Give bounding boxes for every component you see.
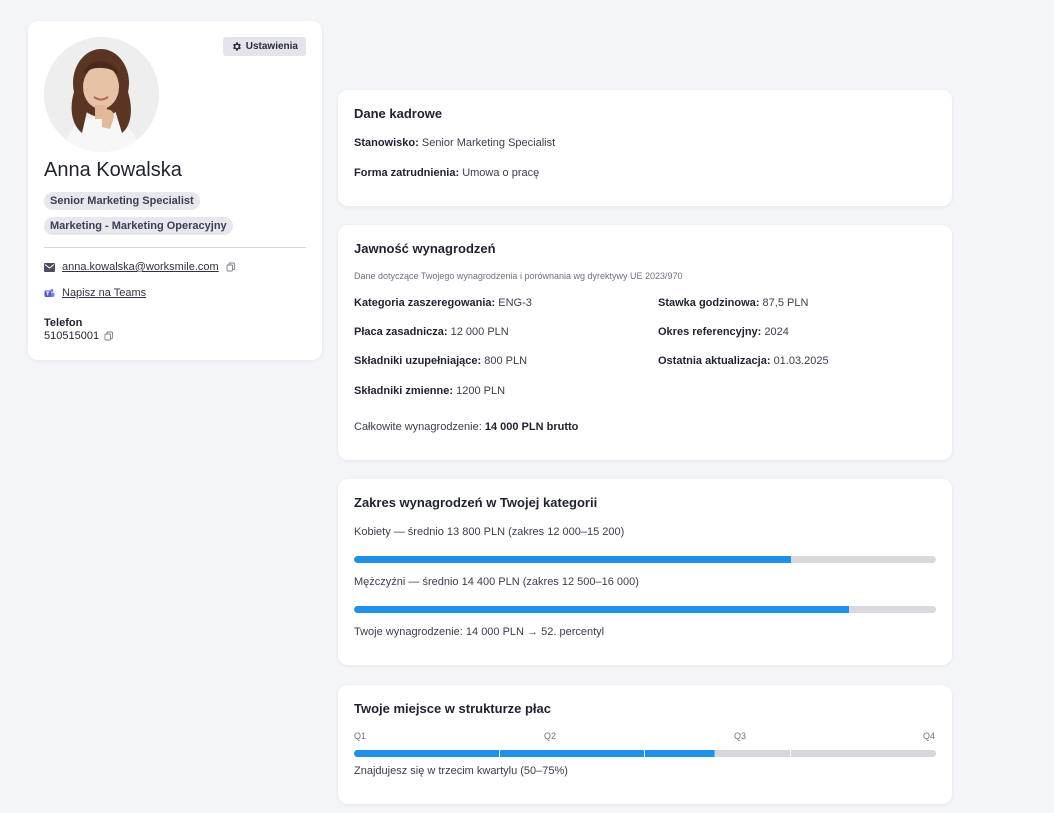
pay-range-title: Zakres wynagrodzeń w Twojej kategorii — [354, 495, 598, 510]
pay-range-card: Zakres wynagrodzeń w Twojej kategorii Ko… — [338, 479, 952, 665]
pay-structure-card: Twoje miejsce w strukturze płac Q1 Q2 Q3… — [338, 685, 952, 804]
period-field: Okres referencyjny: 2024 — [658, 326, 789, 338]
pay-structure-title: Twoje miejsce w strukturze płac — [354, 701, 551, 716]
copy-phone-icon[interactable] — [104, 331, 114, 341]
gear-icon — [232, 42, 241, 51]
avatar — [44, 37, 159, 152]
phone-value: 510515001 — [44, 330, 100, 342]
category-value: ENG-3 — [498, 297, 532, 309]
men-range-bar — [354, 606, 936, 613]
base-pay-key: Płaca zasadnicza: — [354, 326, 448, 338]
period-key: Okres referencyjny: — [658, 326, 762, 338]
phone-label: Telefon — [44, 317, 83, 329]
base-pay-value: 12 000 PLN — [450, 326, 509, 338]
quartile-segment-4 — [790, 750, 936, 757]
teams-icon — [44, 288, 55, 297]
mail-icon — [44, 262, 55, 272]
quartile-label-q4: Q4 — [923, 731, 936, 741]
period-value: 2024 — [764, 326, 789, 338]
email-row: anna.kowalska@worksmile.com — [44, 261, 236, 273]
variable-field: Składniki zmienne: 1200 PLN — [354, 385, 505, 397]
settings-label: Ustawienia — [245, 41, 298, 52]
men-range-label: Mężczyźni — średnio 14 400 PLN (zakres 1… — [354, 576, 639, 588]
profile-name: Anna Kowalska — [44, 159, 182, 181]
total-pay-field: Całkowite wynagrodzenie: 14 000 PLN brut… — [354, 421, 578, 433]
position-field: Stanowisko: Senior Marketing Specialist — [354, 137, 555, 149]
phone-row: 510515001 — [44, 330, 114, 342]
supplementary-value: 800 PLN — [484, 355, 528, 367]
avatar-photo — [44, 37, 159, 152]
hr-data-card: Dane kadrowe Stanowisko: Senior Marketin… — [338, 90, 952, 206]
position-chip: Senior Marketing Specialist — [44, 192, 200, 210]
quartile-label-q2: Q2 — [544, 731, 557, 741]
quartile-segment-2 — [499, 750, 645, 757]
supplementary-field: Składniki uzupełniające: 800 PLN — [354, 355, 527, 367]
updated-field: Ostatnia aktualizacja: 01.03.2025 — [658, 355, 829, 367]
position-key: Stanowisko: — [354, 137, 419, 149]
men-range-fill — [354, 606, 849, 613]
quartile-segment-3 — [645, 750, 791, 757]
women-range-label: Kobiety — średnio 13 800 PLN (zakres 12 … — [354, 526, 625, 538]
base-pay-field: Płaca zasadnicza: 12 000 PLN — [354, 326, 509, 338]
your-pay-label: Twoje wynagrodzenie: 14 000 PLN → 52. pe… — [354, 626, 605, 638]
updated-key: Ostatnia aktualizacja: — [658, 355, 771, 367]
supplementary-key: Składniki uzupełniające: — [354, 355, 482, 367]
copy-email-icon[interactable] — [226, 262, 236, 272]
hr-data-title: Dane kadrowe — [354, 106, 443, 121]
teams-link[interactable]: Napisz na Teams — [62, 287, 146, 299]
variable-key: Składniki zmienne: — [354, 385, 454, 397]
teams-row: Napisz na Teams — [44, 287, 146, 299]
total-pay-key: Całkowite wynagrodzenie: — [354, 421, 482, 433]
directive-note: Dane dotyczące Twojego wynagrodzenia i p… — [354, 271, 683, 281]
total-pay-value: 14 000 PLN brutto — [484, 421, 579, 433]
variable-value: 1200 PLN — [456, 385, 506, 397]
employment-value: Umowa o pracę — [462, 167, 540, 179]
profile-divider — [44, 247, 306, 248]
women-range-bar — [354, 556, 936, 563]
quartile-caption: Znajdujesz się w trzecim kwartylu (50–75… — [354, 765, 568, 777]
category-key: Kategoria zaszeregowania: — [354, 297, 496, 309]
position-value: Senior Marketing Specialist — [421, 137, 556, 149]
updated-value: 01.03.2025 — [773, 355, 829, 367]
department-chip: Marketing - Marketing Operacyjny — [44, 217, 233, 235]
employment-field: Forma zatrudnienia: Umowa o pracę — [354, 167, 539, 179]
hourly-key: Stawka godzinowa: — [658, 297, 760, 309]
hourly-field: Stawka godzinowa: 87,5 PLN — [658, 297, 808, 309]
pay-transparency-card: Jawność wynagrodzeń Dane dotyczące Twoje… — [338, 225, 952, 460]
profile-card: Ustawienia Anna Kowalska Senior Marketin… — [28, 21, 322, 360]
quartile-segment-1 — [354, 750, 500, 757]
settings-button[interactable]: Ustawienia — [222, 37, 306, 56]
quartile-label-q1: Q1 — [354, 731, 367, 741]
quartile-label-q3: Q3 — [734, 731, 747, 741]
pay-transparency-title: Jawność wynagrodzeń — [354, 241, 496, 256]
employment-key: Forma zatrudnienia: — [354, 167, 460, 179]
quartile-bar — [354, 750, 936, 757]
women-range-fill — [354, 556, 791, 563]
category-field: Kategoria zaszeregowania: ENG-3 — [354, 297, 532, 309]
hourly-value: 87,5 PLN — [762, 297, 809, 309]
email-link[interactable]: anna.kowalska@worksmile.com — [62, 261, 219, 273]
